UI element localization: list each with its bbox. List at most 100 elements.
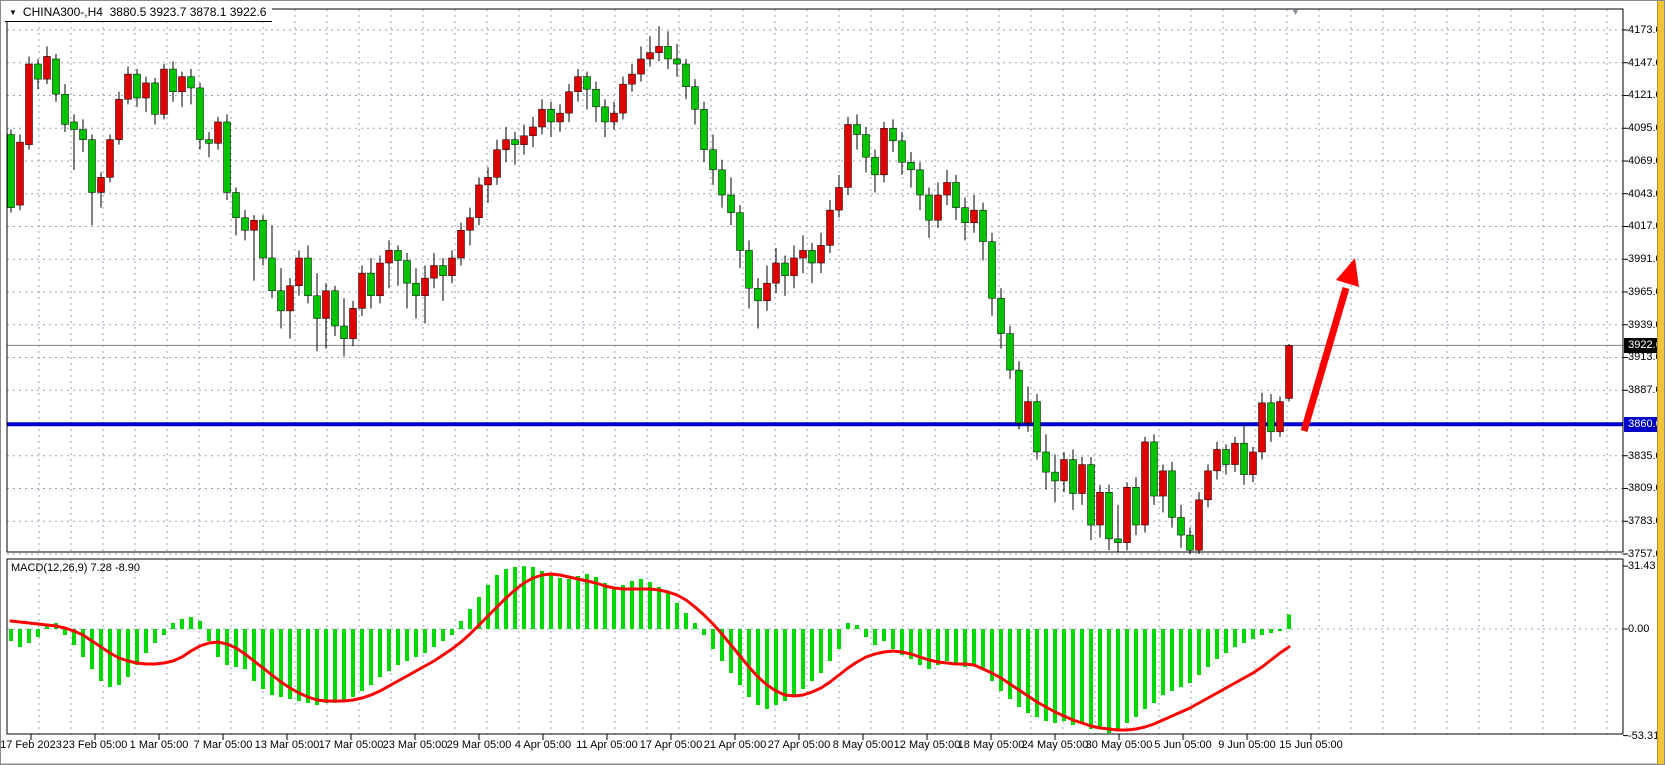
candle-body [179,77,186,92]
candle-body [1079,465,1086,494]
candle-body [116,99,123,139]
macd-bar [873,629,877,645]
candle-body [323,291,330,319]
macd-bar [882,629,886,641]
time-axis-label: 17 Mar 05:00 [319,739,384,751]
candle-body [422,278,429,296]
symbol-dropdown-icon[interactable]: ▼ [9,8,17,17]
macd-bar [315,629,319,705]
macd-bar [927,629,931,669]
macd-bar [972,629,976,665]
scroll-position-icon[interactable]: ▼ [1291,7,1300,17]
candle-body [1124,487,1131,542]
candle-body [413,283,420,296]
macd-bar [360,629,364,691]
candle-body [8,135,15,208]
time-axis-label: 12 May 05:00 [894,739,961,751]
macd-bar [144,629,148,653]
title-symbol: CHINA300-,H4 [23,5,103,19]
candle-body [80,130,87,140]
time-axis-label: 8 May 05:00 [833,739,894,751]
candle-body [386,250,393,263]
candle-body [89,140,96,193]
time-axis-label: 18 May 05:00 [958,739,1025,751]
macd-bar [540,571,544,629]
candle-body [1178,517,1185,535]
macd-bar [405,629,409,661]
macd-bar [936,629,940,665]
macd-bar [441,629,445,641]
macd-bar [783,629,787,701]
chart-title[interactable]: ▼CHINA300-,H4 3880.5 3923.7 3878.1 3922.… [5,4,272,22]
macd-bar [1287,614,1291,629]
candle-body [494,150,501,178]
candle-body [728,195,735,213]
macd-bar [1080,629,1084,723]
macd-bar [1260,629,1264,635]
candle-body [278,291,285,311]
macd-bar [414,629,418,657]
candle-body [440,266,447,276]
macd-bar [18,629,22,647]
trend-arrow-head[interactable] [1336,258,1359,287]
candle-body [1223,449,1230,464]
macd-bar [459,621,463,629]
candle-body [224,122,231,193]
trend-arrow-shaft[interactable] [1304,288,1346,431]
macd-axis-label: 31.43 [1628,559,1656,573]
candle-body [548,109,555,122]
macd-bar [1143,629,1147,709]
macd-bar [612,587,616,629]
macd-bar [864,629,868,637]
macd-bar [792,629,796,695]
candle-body [62,94,69,124]
candle-body [755,288,762,301]
macd-bar [729,629,733,673]
candle-body [701,109,708,149]
candle-body [971,210,978,223]
candle-body [629,74,636,84]
macd-bar [396,629,400,665]
macd-bar [1026,629,1030,713]
macd-bar [135,629,139,665]
candle-body [170,69,177,92]
macd-bar [432,629,436,647]
candle-body [638,59,645,74]
candle-body [1250,452,1257,475]
time-axis-label: 17 Feb 2023 [0,739,62,751]
macd-bar [1152,629,1156,703]
macd-bar [108,629,112,687]
macd-bar [153,629,157,643]
candle-body [611,113,618,122]
candle-body [1034,402,1041,452]
candle-body [125,74,132,99]
candle-body [935,195,942,220]
candle-body [215,122,222,143]
candle-body [449,258,456,276]
candle-body [746,250,753,288]
candle-body [251,220,258,230]
candle-body [188,77,195,88]
candle-body [404,261,411,284]
candle-body [593,89,600,107]
macd-bar [270,629,274,695]
macd-bar [9,629,13,641]
macd-bar [684,613,688,629]
macd-bar [693,623,697,629]
chart-window: ▼CHINA300-,H4 3880.5 3923.7 3878.1 3922.… [0,0,1665,765]
candle-body [845,124,852,187]
candle-body [71,122,78,130]
macd-bar [1251,629,1255,639]
macd-bar [675,603,679,629]
candle-body [107,140,114,178]
chart-plot-area[interactable] [1,1,1665,765]
time-axis-label: 1 Mar 05:00 [130,739,189,751]
candle-body [674,59,681,64]
macd-bar [1233,629,1237,647]
macd-bar [198,621,202,629]
macd-bar [666,593,670,629]
macd-bar [1017,629,1021,707]
candle-body [1286,345,1293,398]
candle-body [917,170,924,195]
macd-values: 7.28 -8.90 [90,562,140,574]
